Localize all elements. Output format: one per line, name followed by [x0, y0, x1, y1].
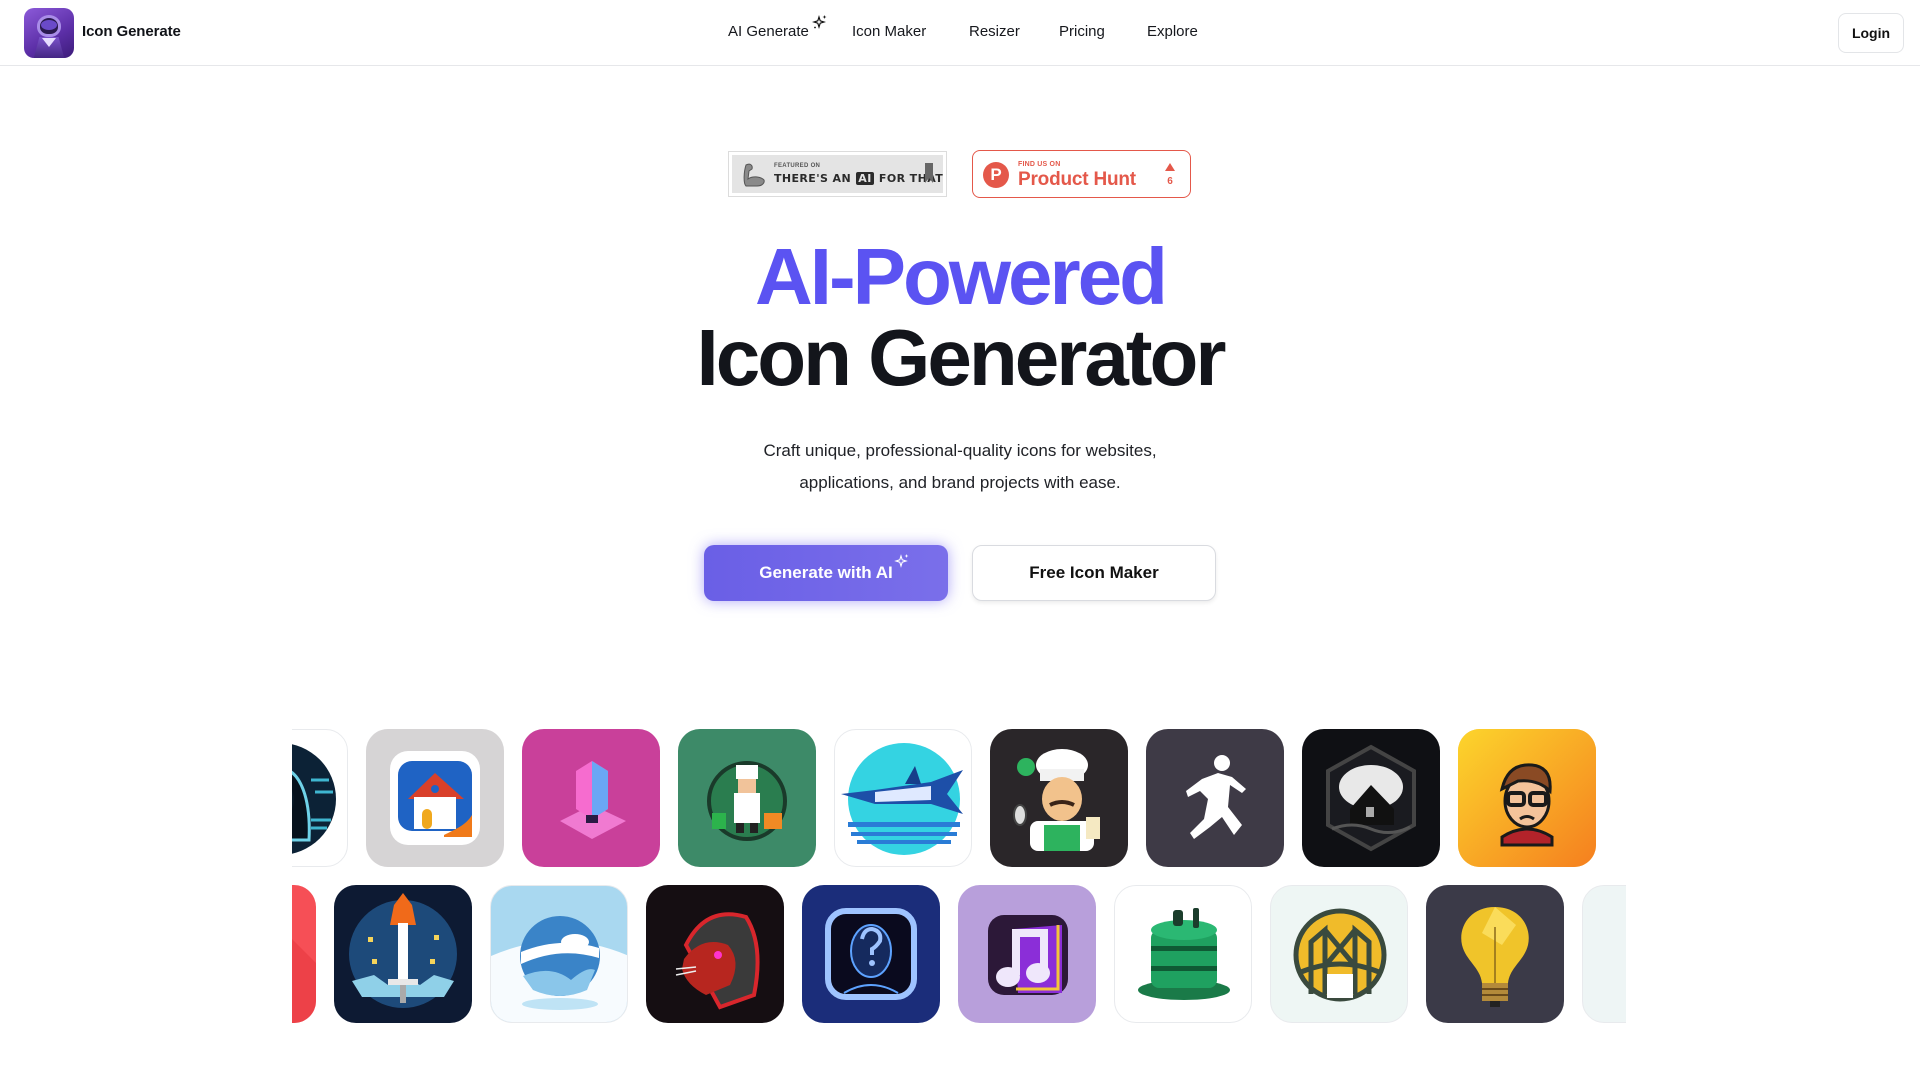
- hero-subtitle: Craft unique, professional-quality icons…: [0, 435, 1920, 499]
- taaft-title-post: FOR THAT: [878, 172, 944, 185]
- generate-with-ai-button[interactable]: Generate with AI: [704, 545, 948, 601]
- cloud-globe-artwork: [491, 916, 627, 1022]
- sparkle-icon: [812, 15, 827, 29]
- upvote-count: 6: [1167, 176, 1173, 187]
- flexed-arm-icon: [743, 163, 765, 187]
- nav-ai-generate[interactable]: AI Generate: [728, 23, 809, 40]
- hooded-hacker-icon[interactable]: [292, 729, 348, 867]
- sparkle-icon: [894, 554, 909, 568]
- theres-an-ai-for-that-badge[interactable]: FEATURED ON THERE'S AN AI FOR THAT: [728, 151, 947, 197]
- lightbulb-icon[interactable]: [1426, 885, 1564, 1023]
- product-hunt-logo-icon: P: [983, 162, 1009, 188]
- ai-head-question-icon[interactable]: [802, 885, 940, 1023]
- music-note-icon[interactable]: [958, 885, 1096, 1023]
- nav-icon-maker[interactable]: Icon Maker: [852, 23, 926, 40]
- red-phone-icon[interactable]: [292, 885, 316, 1023]
- hooded-beaver-icon[interactable]: [646, 885, 784, 1023]
- music-note-artwork: [988, 915, 1068, 995]
- nerd-boy-artwork: [1458, 729, 1596, 867]
- pink-cube-icon[interactable]: [522, 729, 660, 867]
- nav-resizer[interactable]: Resizer: [969, 23, 1020, 40]
- pixel-sword-artwork: [349, 893, 457, 1008]
- brand-name[interactable]: Icon Generate: [82, 23, 181, 40]
- hero-title: Icon Generator: [696, 313, 1226, 402]
- runner-icon[interactable]: [1146, 729, 1284, 867]
- house-icon[interactable]: [366, 729, 504, 867]
- login-button[interactable]: Login: [1838, 13, 1904, 53]
- generate-with-ai-label: Generate with AI: [759, 563, 893, 582]
- hero-subtitle-line1: Craft unique, professional-quality icons…: [763, 441, 1157, 460]
- green-barrel-icon[interactable]: [1114, 885, 1252, 1023]
- hooded-beaver-artwork: [675, 912, 760, 1010]
- chef-cartoon-icon[interactable]: [990, 729, 1128, 867]
- pink-cube-artwork: [560, 761, 626, 839]
- taaft-title: THERE'S AN AI FOR THAT: [774, 172, 943, 185]
- astronaut-visor: [41, 20, 57, 30]
- hooded-hacker-artwork: [292, 744, 336, 854]
- swordfish-pixel-icon[interactable]: [834, 729, 972, 867]
- haunted-house-artwork: [1326, 744, 1416, 852]
- bridge-icon[interactable]: [1270, 885, 1408, 1023]
- taaft-title-pre: THERE'S AN: [774, 172, 852, 185]
- bridge-artwork: [1293, 908, 1387, 1002]
- runner-artwork: [1186, 755, 1246, 839]
- taaft-badge-body: FEATURED ON THERE'S AN AI FOR THAT: [732, 155, 943, 193]
- swordfish-pixel-artwork: [841, 743, 963, 855]
- pixel-sword-icon[interactable]: [334, 885, 472, 1023]
- chef-pixel-artwork: [707, 761, 787, 841]
- house-artwork: [390, 751, 480, 845]
- haunted-house-icon[interactable]: [1302, 729, 1440, 867]
- green-barrel-artwork: [1138, 908, 1230, 1000]
- brand-logo-icon[interactable]: [24, 8, 74, 58]
- hero-title-accent: AI-Powered: [754, 232, 1168, 321]
- ai-head-question-artwork: [825, 908, 917, 1000]
- nerd-boy-icon[interactable]: [1458, 729, 1596, 867]
- red-phone-artwork: [292, 939, 316, 1023]
- ph-find-us-label: FIND US ON: [1018, 161, 1061, 168]
- nav-pricing[interactable]: Pricing: [1059, 23, 1105, 40]
- icon-gallery: [292, 726, 1626, 1030]
- cloud-globe-icon[interactable]: [490, 885, 628, 1023]
- hero-subtitle-line2: applications, and brand projects with ea…: [799, 473, 1121, 492]
- chef-cartoon-artwork: [1013, 749, 1100, 851]
- nav-explore[interactable]: Explore: [1147, 23, 1198, 40]
- taaft-ai-box: AI: [856, 172, 874, 185]
- lightbulb-artwork: [1461, 907, 1529, 1007]
- top-navbar: Icon Generate AI Generate Icon Maker Res…: [0, 0, 1920, 66]
- taaft-featured-label: FEATURED ON: [774, 163, 821, 169]
- ph-title: Product Hunt: [1018, 169, 1136, 190]
- upvote-arrow-icon: [1165, 163, 1175, 171]
- product-hunt-badge[interactable]: P FIND US ON Product Hunt 6: [972, 150, 1191, 198]
- chef-pixel-icon[interactable]: [678, 729, 816, 867]
- partial-light-icon[interactable]: [1582, 885, 1626, 1023]
- free-icon-maker-button[interactable]: Free Icon Maker: [972, 545, 1216, 601]
